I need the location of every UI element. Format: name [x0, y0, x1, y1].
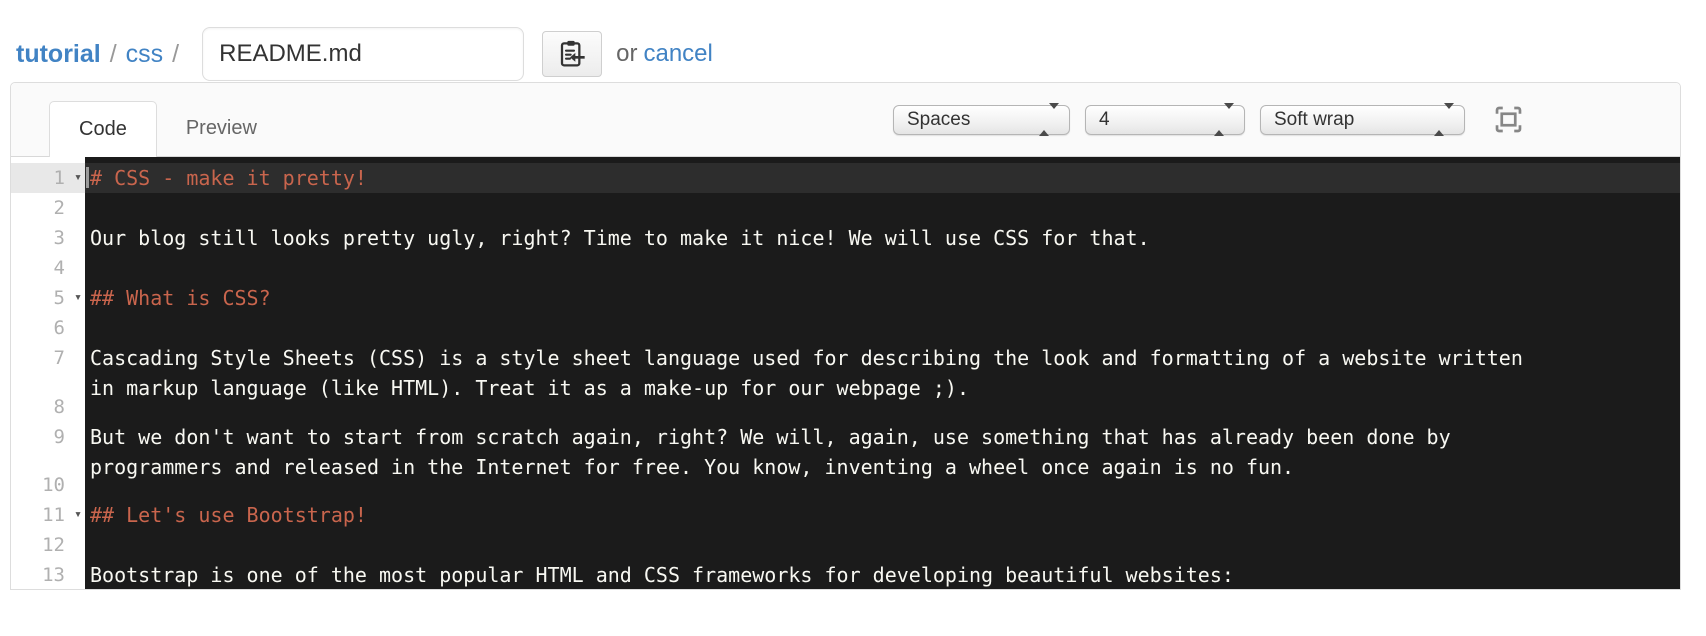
line-number-11[interactable]: 11 ▾ — [11, 500, 85, 530]
line-number-13[interactable]: 13 — [11, 560, 85, 589]
line-number-1[interactable]: 1 ▾ — [11, 163, 85, 193]
cancel-link[interactable]: cancel — [643, 40, 712, 68]
code-content-7[interactable]: Cascading Style Sheets (CSS) is a style … — [85, 343, 1680, 400]
fullscreen-button[interactable] — [1495, 106, 1522, 133]
indent-size-select[interactable]: 4 — [1085, 102, 1245, 136]
filename-input[interactable] — [202, 27, 525, 81]
code-content-5[interactable]: ## What is CSS? — [85, 283, 1680, 313]
breadcrumb-folder-link[interactable]: css — [126, 40, 164, 69]
code-line-5[interactable]: 5 ▾ ## What is CSS? — [11, 283, 1680, 313]
editor-controls: Spaces 4 Soft wrap — [878, 83, 1680, 156]
or-text: or — [616, 40, 638, 67]
code-content-2[interactable] — [85, 193, 1680, 223]
indent-size-value: 4 — [1099, 108, 1110, 130]
breadcrumb-separator: / — [109, 39, 117, 68]
code-line-9[interactable]: 9 But we don't want to start from scratch… — [11, 421, 1680, 479]
code-line-10[interactable]: 10 — [11, 470, 1680, 500]
code-line-1[interactable]: 1 ▾ # CSS - make it pretty! — [11, 163, 1680, 193]
code-line-2[interactable]: 2 — [11, 193, 1680, 223]
up-down-arrows-icon — [1214, 102, 1234, 136]
breadcrumb-separator: / — [172, 39, 180, 68]
clipboard-arrow-icon — [556, 38, 588, 70]
line-number-5[interactable]: 5 ▾ — [11, 283, 85, 313]
screen-full-icon — [1495, 106, 1522, 133]
code-line-11[interactable]: 11 ▾ ## Let's use Bootstrap! — [11, 500, 1680, 530]
line-number-7[interactable]: 7 — [11, 343, 85, 392]
code-content-11[interactable]: ## Let's use Bootstrap! — [85, 500, 1680, 530]
line-number-9[interactable]: 9 — [11, 421, 85, 470]
code-line-12[interactable]: 12 — [11, 530, 1680, 560]
line-number-12[interactable]: 12 — [11, 530, 85, 560]
editor-tabs: Code Preview — [49, 83, 286, 157]
line-number-4[interactable]: 4 — [11, 253, 85, 283]
code-content-12[interactable] — [85, 530, 1680, 560]
fold-arrow-icon[interactable]: ▾ — [74, 283, 82, 313]
fold-arrow-icon[interactable]: ▾ — [74, 163, 82, 193]
indent-mode-select[interactable]: Spaces — [893, 102, 1070, 136]
line-number-10[interactable]: 10 — [11, 470, 85, 500]
code-line-13[interactable]: 13 Bootstrap is one of the most popular H… — [11, 560, 1680, 589]
code-line-3[interactable]: 3 Our blog still looks pretty ugly, right… — [11, 223, 1680, 253]
copy-path-button[interactable] — [542, 31, 603, 77]
up-down-arrows-icon — [1039, 102, 1059, 136]
code-content-9[interactable]: But we don't want to start from scratch … — [85, 422, 1680, 479]
line-number-8[interactable]: 8 — [11, 391, 85, 422]
code-content-1[interactable]: # CSS - make it pretty! — [85, 163, 1680, 193]
code-content-8[interactable] — [85, 392, 1680, 422]
tab-preview[interactable]: Preview — [157, 101, 286, 156]
code-content-10[interactable] — [85, 470, 1680, 500]
editor-toolbar: Code Preview Spaces 4 Soft wrap — [11, 83, 1680, 157]
file-editor-container: Code Preview Spaces 4 Soft wrap 1 ▾ # CS… — [10, 82, 1681, 590]
code-editor[interactable]: 1 ▾ # CSS - make it pretty! 2 3 Our blog stil… — [11, 157, 1680, 589]
code-line-6[interactable]: 6 — [11, 313, 1680, 343]
tab-code[interactable]: Code — [49, 101, 157, 157]
line-number-3[interactable]: 3 — [11, 223, 85, 253]
up-down-arrows-icon — [1434, 102, 1454, 136]
code-content-6[interactable] — [85, 313, 1680, 343]
line-number-6[interactable]: 6 — [11, 313, 85, 343]
code-line-8[interactable]: 8 — [11, 391, 1680, 422]
wrap-mode-value: Soft wrap — [1274, 108, 1355, 130]
code-content-13[interactable]: Bootstrap is one of the most popular HTM… — [85, 560, 1680, 589]
indent-mode-value: Spaces — [907, 108, 971, 130]
code-line-4[interactable]: 4 — [11, 253, 1680, 283]
breadcrumb-repo-link[interactable]: tutorial — [16, 40, 101, 69]
line-number-2[interactable]: 2 — [11, 193, 85, 223]
editor-lines: 1 ▾ # CSS - make it pretty! 2 3 Our blog stil… — [11, 163, 1680, 589]
wrap-mode-select[interactable]: Soft wrap — [1260, 102, 1465, 136]
breadcrumb: tutorial / css / or cancel — [0, 0, 1706, 82]
fold-arrow-icon[interactable]: ▾ — [74, 500, 82, 530]
code-content-3[interactable]: Our blog still looks pretty ugly, right?… — [85, 223, 1680, 253]
code-line-7[interactable]: 7 Cascading Style Sheets (CSS) is a style… — [11, 343, 1680, 400]
code-content-4[interactable] — [85, 253, 1680, 283]
